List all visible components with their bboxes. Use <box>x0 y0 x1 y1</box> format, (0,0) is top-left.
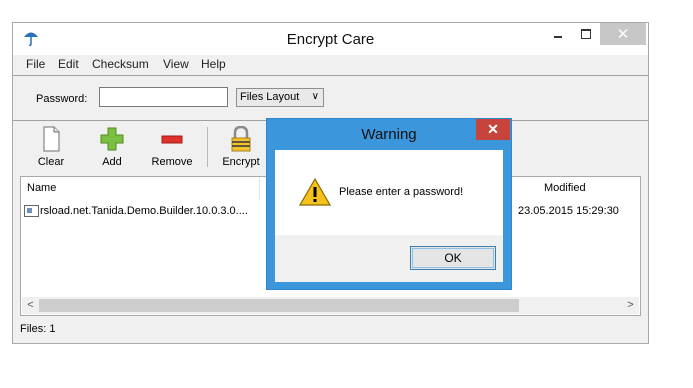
clear-label: Clear <box>37 156 65 168</box>
toolbar-divider <box>207 127 208 167</box>
column-header-name[interactable]: Name <box>27 177 56 200</box>
remove-label: Remove <box>151 156 193 168</box>
row-file-name: rsload.net.Tanida.Demo.Builder.10.0.3.0.… <box>40 205 248 217</box>
chevron-down-icon: ∨ <box>311 91 319 102</box>
status-bar-text: Files: 1 <box>20 323 56 335</box>
files-layout-select[interactable]: Files Layout ∨ <box>236 88 324 107</box>
password-input[interactable] <box>99 87 228 107</box>
close-icon: ✕ <box>487 121 499 137</box>
maximize-button[interactable] <box>573 23 599 45</box>
blank-page-icon <box>43 126 60 152</box>
column-header-modified[interactable]: Modified <box>544 177 586 200</box>
menu-help[interactable]: Help <box>201 57 226 71</box>
add-button[interactable]: Add <box>87 126 137 168</box>
green-plus-icon <box>100 127 124 151</box>
row-modified: 23.05.2015 15:29:30 <box>518 205 619 217</box>
clear-button[interactable]: Clear <box>26 126 76 168</box>
scroll-right-icon[interactable]: > <box>622 297 639 314</box>
remove-button[interactable]: Remove <box>147 126 197 168</box>
ok-button[interactable]: OK <box>410 246 496 270</box>
encrypt-button[interactable]: Encrypt <box>216 126 266 168</box>
menu-separator <box>13 75 648 76</box>
add-label: Add <box>102 156 122 168</box>
title-bar[interactable]: Encrypt Care ✕ <box>13 23 648 55</box>
scroll-left-icon[interactable]: < <box>22 297 39 314</box>
files-layout-value: Files Layout <box>240 91 300 103</box>
close-button[interactable]: ✕ <box>600 23 646 45</box>
encrypt-label: Encrypt <box>222 156 260 168</box>
red-minus-icon <box>161 135 183 144</box>
column-divider[interactable] <box>259 177 260 200</box>
file-icon <box>24 205 39 217</box>
menu-edit[interactable]: Edit <box>58 57 79 71</box>
close-icon: ✕ <box>616 26 630 43</box>
dialog-message: Please enter a password! <box>339 186 464 198</box>
warning-icon <box>299 178 331 206</box>
password-label: Password: <box>36 93 88 105</box>
menu-view[interactable]: View <box>163 57 189 71</box>
dialog-title: Warning <box>361 126 417 143</box>
horizontal-scrollbar[interactable]: < > <box>22 297 639 314</box>
dialog-content: Please enter a password! <box>275 150 503 235</box>
minimize-button[interactable] <box>545 23 571 45</box>
dialog-close-button[interactable]: ✕ <box>476 119 510 140</box>
menu-file[interactable]: File <box>26 57 45 71</box>
scrollbar-thumb[interactable] <box>39 299 519 312</box>
warning-dialog: Warning ✕ Please enter a password! OK <box>266 118 512 290</box>
padlock-icon <box>231 126 251 152</box>
menu-bar: File Edit Checksum View Help <box>13 55 648 74</box>
dialog-body: Please enter a password! OK <box>275 150 503 282</box>
menu-checksum[interactable]: Checksum <box>92 57 149 71</box>
